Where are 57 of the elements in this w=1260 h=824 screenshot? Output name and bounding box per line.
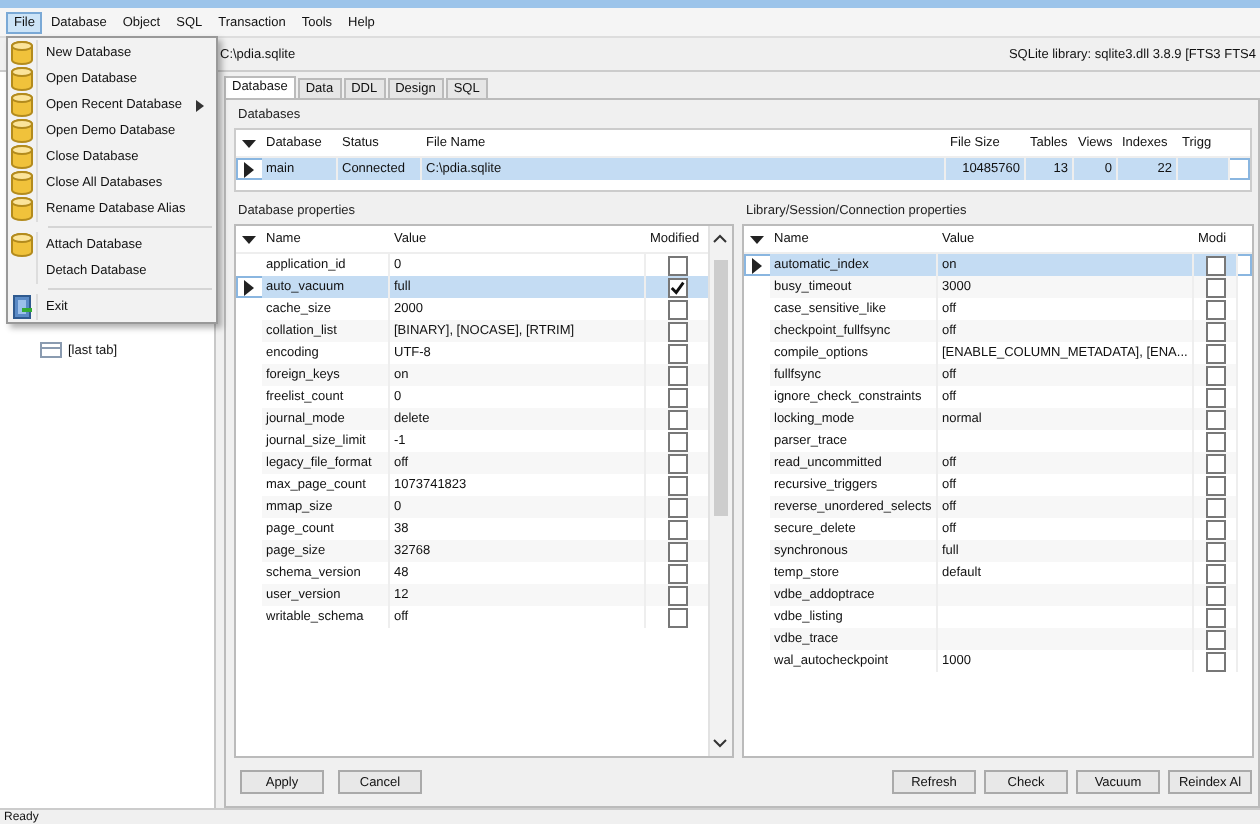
modified-checkbox[interactable] — [667, 453, 687, 473]
modified-checkbox[interactable] — [1205, 563, 1225, 583]
modified-checkbox[interactable] — [667, 343, 687, 363]
modified-checkbox[interactable] — [1205, 255, 1225, 275]
sort-arrow-icon — [242, 137, 256, 149]
modified-checkbox[interactable] — [1205, 431, 1225, 451]
table-icon — [40, 342, 62, 358]
door-icon — [10, 294, 34, 320]
modified-checkbox[interactable] — [667, 299, 687, 319]
row-pointer-icon — [242, 161, 256, 177]
modified-checkbox[interactable] — [667, 541, 687, 561]
modified-checkbox[interactable] — [1205, 519, 1225, 539]
scroll-down-icon — [712, 738, 728, 748]
scroll-up-icon — [712, 234, 728, 244]
sort-arrow-icon — [242, 233, 256, 245]
modified-checkbox[interactable] — [667, 409, 687, 429]
modified-checkbox[interactable] — [667, 585, 687, 605]
database-icon — [10, 40, 34, 66]
modified-checkbox[interactable] — [1205, 321, 1225, 341]
database-icon — [10, 118, 34, 144]
database-icon — [10, 66, 34, 92]
modified-checkbox[interactable] — [1205, 629, 1225, 649]
modified-checkbox[interactable] — [667, 431, 687, 451]
sort-arrow-icon — [750, 233, 764, 245]
check-icon — [669, 279, 685, 295]
database-icon — [10, 196, 34, 222]
vertical-scrollbar[interactable] — [708, 226, 732, 756]
modified-checkbox[interactable] — [667, 321, 687, 341]
modified-checkbox[interactable] — [1205, 343, 1225, 363]
database-icon — [10, 144, 34, 170]
modified-checkbox[interactable] — [667, 365, 687, 385]
modified-checkbox[interactable] — [1205, 365, 1225, 385]
modified-checkbox[interactable] — [667, 607, 687, 627]
modified-checkbox[interactable] — [1205, 409, 1225, 429]
modified-checkbox[interactable] — [667, 277, 687, 297]
modified-checkbox[interactable] — [1205, 299, 1225, 319]
modified-checkbox[interactable] — [667, 497, 687, 517]
database-icon — [10, 170, 34, 196]
modified-checkbox[interactable] — [1205, 387, 1225, 407]
modified-checkbox[interactable] — [1205, 475, 1225, 495]
modified-checkbox[interactable] — [1205, 541, 1225, 561]
modified-checkbox[interactable] — [667, 475, 687, 495]
database-icon — [10, 232, 34, 258]
scroll-thumb[interactable] — [714, 260, 728, 516]
modified-checkbox[interactable] — [1205, 651, 1225, 671]
modified-checkbox[interactable] — [1205, 607, 1225, 627]
modified-checkbox[interactable] — [667, 519, 687, 539]
database-icon — [10, 92, 34, 118]
modified-checkbox[interactable] — [1205, 277, 1225, 297]
modified-checkbox[interactable] — [1205, 497, 1225, 517]
modified-checkbox[interactable] — [667, 255, 687, 275]
modified-checkbox[interactable] — [667, 387, 687, 407]
row-pointer-icon — [750, 257, 764, 273]
row-pointer-icon — [242, 279, 256, 295]
modified-checkbox[interactable] — [1205, 453, 1225, 473]
modified-checkbox[interactable] — [1205, 585, 1225, 605]
modified-checkbox[interactable] — [667, 563, 687, 583]
